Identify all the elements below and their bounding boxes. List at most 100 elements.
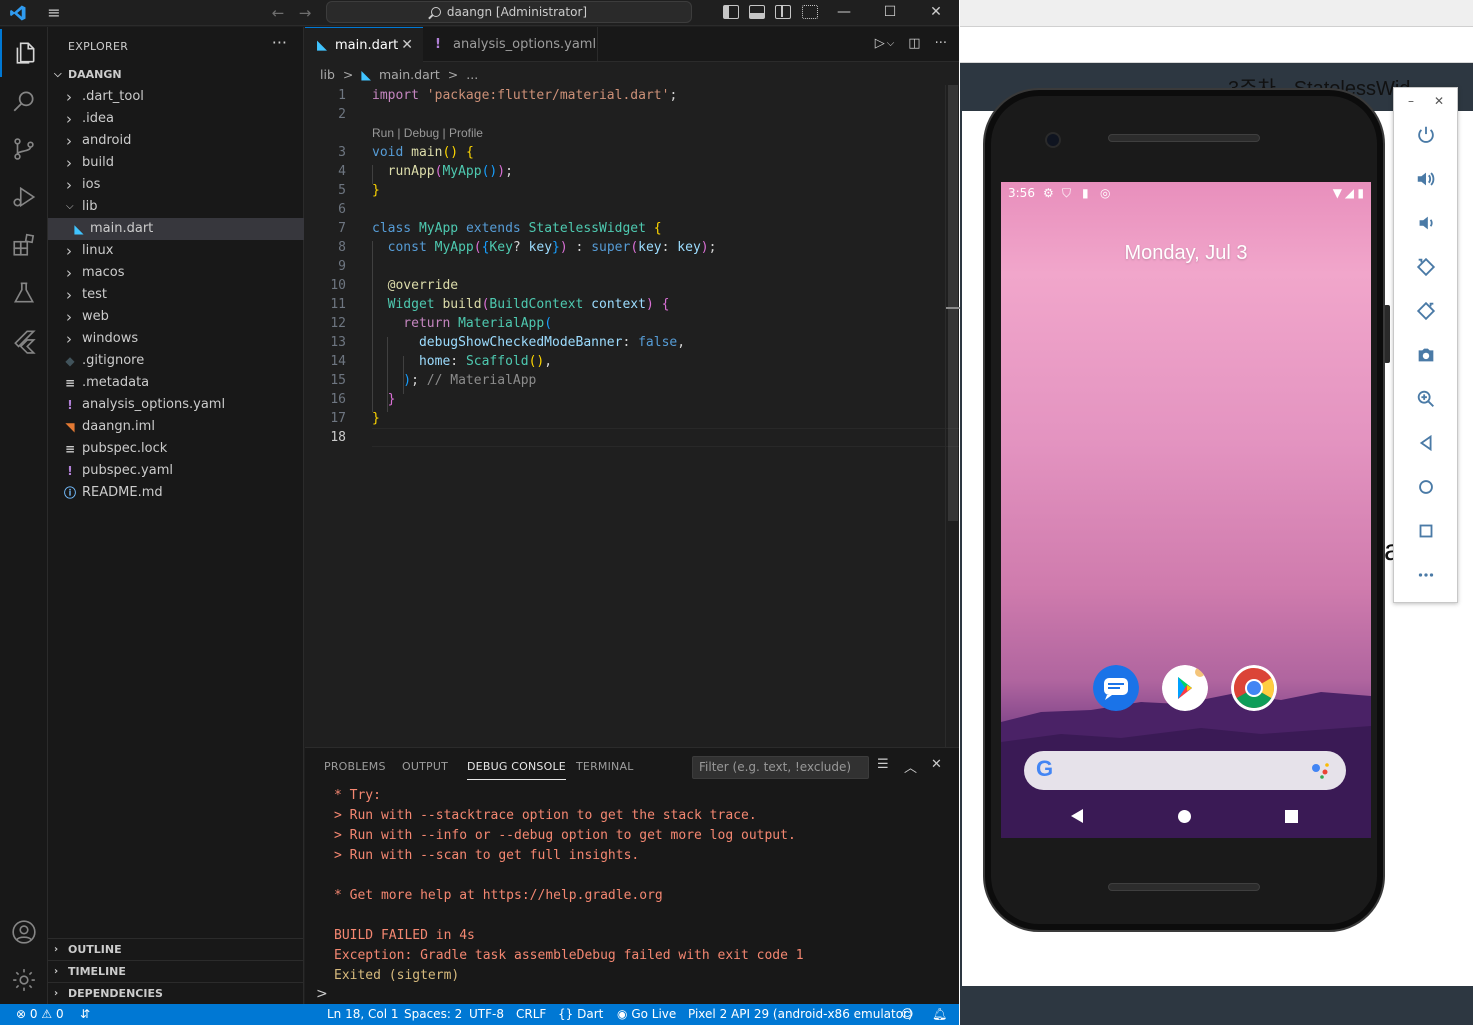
back-arrow-icon[interactable]: ←	[268, 3, 288, 23]
volume-down-icon[interactable]	[1413, 210, 1439, 236]
emulator-minimize-button[interactable]: –	[1408, 94, 1414, 108]
tree-item-pubspec-yaml[interactable]: ! pubspec.yaml	[48, 460, 304, 482]
tree-item-metadata[interactable]: ≡ .metadata	[48, 372, 304, 394]
debug-icon[interactable]: ⇵	[80, 1004, 90, 1025]
close-tab-icon[interactable]: ✕	[401, 28, 413, 63]
tree-item-idea[interactable]: › .idea	[48, 108, 304, 130]
line-endings[interactable]: CRLF	[516, 1004, 546, 1025]
tree-item-linux[interactable]: › linux	[48, 240, 304, 262]
breadcrumb-item[interactable]: main.dart	[379, 67, 440, 82]
camera-icon[interactable]	[1413, 342, 1439, 368]
tree-item-test[interactable]: › test	[48, 284, 304, 306]
maximize-panel-icon[interactable]: ︿	[904, 757, 917, 776]
tree-item-android[interactable]: › android	[48, 130, 304, 152]
overview-icon[interactable]	[1413, 518, 1439, 544]
feedback-icon[interactable]: ☺	[901, 1004, 914, 1025]
volume-up-icon[interactable]	[1413, 166, 1439, 192]
language-mode[interactable]: {} Dart	[558, 1004, 603, 1025]
clear-console-icon[interactable]: ☰	[877, 757, 889, 772]
window-close-button[interactable]: ✕	[923, 2, 949, 22]
rotate-left-icon[interactable]	[1413, 254, 1439, 280]
tree-item-macos[interactable]: › macos	[48, 262, 304, 284]
device-selector[interactable]: Pixel 2 API 29 (android-x86 emulator)	[688, 1004, 913, 1025]
tab-terminal[interactable]: TERMINAL	[576, 760, 634, 773]
hamburger-menu-icon[interactable]: ≡	[44, 4, 64, 22]
filter-input[interactable]: Filter (e.g. text, !exclude)	[692, 756, 869, 779]
more-actions-icon[interactable]: ···	[935, 36, 947, 54]
search-icon[interactable]	[0, 77, 48, 125]
toggle-primary-sidebar-icon[interactable]	[723, 5, 739, 19]
toggle-secondary-sidebar-icon[interactable]	[775, 5, 791, 19]
tree-item-web[interactable]: › web	[48, 306, 304, 328]
chevron-down-icon[interactable]: ⌵	[887, 36, 895, 54]
messages-icon[interactable]	[1093, 665, 1139, 711]
outline-section[interactable]: › OUTLINE	[48, 939, 304, 961]
encoding[interactable]: UTF-8	[469, 1004, 504, 1025]
chrome-icon[interactable]	[1231, 665, 1277, 711]
codelens-run-debug-profile[interactable]: Run | Debug | Profile	[372, 124, 483, 142]
tree-item-analysis-options-yaml[interactable]: ! analysis_options.yaml	[48, 394, 304, 416]
toggle-panel-icon[interactable]	[749, 5, 765, 19]
home-icon[interactable]	[1413, 474, 1439, 500]
zoom-icon[interactable]	[1413, 386, 1439, 412]
account-icon[interactable]	[0, 908, 48, 956]
tree-item-readme-md[interactable]: ⓘ README.md	[48, 482, 304, 504]
emulator-screen[interactable]: 3:56 ⚙ ⛉ ▮ ◎ ▼ ◢ ▮ Monday, Jul 3 G	[1001, 182, 1371, 838]
explorer-icon[interactable]	[0, 29, 48, 77]
nav-back-icon[interactable]	[1071, 809, 1083, 823]
rotate-right-icon[interactable]	[1413, 298, 1439, 324]
tree-item-daangn-iml[interactable]: ◥ daangn.iml	[48, 416, 304, 438]
command-center-search[interactable]: daangn [Administrator]	[326, 1, 692, 23]
nav-home-icon[interactable]	[1178, 810, 1191, 823]
split-editor-icon[interactable]: ◫	[908, 36, 920, 54]
indentation[interactable]: Spaces: 2	[404, 1004, 462, 1025]
breadcrumb-item[interactable]: lib	[320, 67, 335, 82]
editor-scrollbar[interactable]	[945, 85, 960, 747]
back-icon[interactable]	[1413, 430, 1439, 456]
tree-item-dart-tool[interactable]: › .dart_tool	[48, 86, 304, 108]
code-editor[interactable]: 1 import 'package:flutter/material.dart';…	[305, 85, 959, 747]
tree-item-lib[interactable]: ⌵ lib	[48, 196, 304, 218]
dependencies-section[interactable]: › DEPENDENCIES	[48, 983, 304, 1005]
tree-item-pubspec-lock[interactable]: ≡ pubspec.lock	[48, 438, 304, 460]
tree-item-ios[interactable]: › ios	[48, 174, 304, 196]
power-icon[interactable]	[1413, 122, 1439, 148]
source-control-icon[interactable]	[0, 125, 48, 173]
tree-item-gitignore[interactable]: ◆ .gitignore	[48, 350, 304, 372]
window-maximize-button[interactable]: ☐	[877, 2, 903, 22]
console-prompt[interactable]: >	[316, 986, 328, 1002]
tree-item-windows[interactable]: › windows	[48, 328, 304, 350]
settings-gear-icon[interactable]	[0, 956, 48, 1004]
tree-item-main-dart[interactable]: ◣ main.dart	[48, 218, 304, 240]
forward-arrow-icon[interactable]: →	[295, 3, 315, 23]
run-debug-icon[interactable]	[0, 173, 48, 221]
emulator-close-button[interactable]: ✕	[1434, 94, 1444, 108]
tab-problems[interactable]: PROBLEMS	[324, 760, 386, 773]
window-minimize-button[interactable]: —	[831, 2, 857, 22]
customize-layout-icon[interactable]	[802, 5, 818, 19]
more-icon[interactable]	[1413, 562, 1439, 588]
more-actions-icon[interactable]: ···	[272, 33, 287, 52]
breadcrumb-item[interactable]: ...	[466, 67, 478, 82]
workspace-root[interactable]: ⌵ DAANGN	[48, 64, 304, 86]
assistant-icon[interactable]	[1310, 761, 1332, 781]
testing-icon[interactable]	[0, 269, 48, 317]
go-live-button[interactable]: ◉ Go Live	[617, 1004, 676, 1025]
close-panel-icon[interactable]: ✕	[931, 757, 942, 772]
tab-analysis-options[interactable]: ! analysis_options.yaml	[423, 27, 598, 62]
timeline-section[interactable]: › TIMELINE	[48, 961, 304, 983]
run-icon[interactable]: ▷	[875, 36, 885, 54]
nav-recents-icon[interactable]	[1285, 810, 1298, 823]
cursor-position[interactable]: Ln 18, Col 1	[327, 1004, 399, 1025]
notifications-bell-icon[interactable]: 🔔︎	[932, 1004, 947, 1025]
tree-item-build[interactable]: › build	[48, 152, 304, 174]
extensions-icon[interactable]	[0, 221, 48, 269]
scrollbar-thumb[interactable]	[948, 85, 958, 521]
tab-debug-console[interactable]: DEBUG CONSOLE	[467, 760, 566, 780]
play-store-icon[interactable]	[1162, 665, 1208, 711]
google-search-bar[interactable]: G	[1024, 751, 1346, 790]
tab-main-dart[interactable]: ◣ main.dart ✕	[305, 27, 423, 62]
flutter-icon[interactable]	[0, 317, 48, 365]
problems-status[interactable]: ⊗ 0 ⚠ 0	[16, 1004, 64, 1025]
tab-output[interactable]: OUTPUT	[402, 760, 448, 773]
